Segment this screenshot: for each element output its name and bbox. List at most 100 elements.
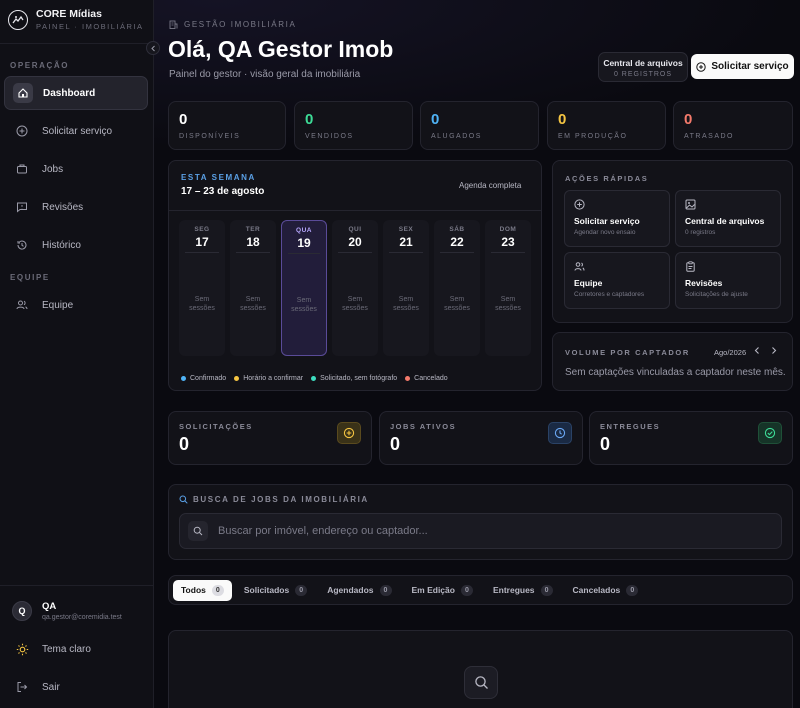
breadcrumb-label: GESTÃO IMOBILIÁRIA (184, 20, 297, 29)
day-divider (288, 253, 320, 254)
search-icon (464, 666, 498, 699)
day-empty-line2: sessões (444, 305, 470, 312)
day-number: 18 (246, 235, 260, 249)
sidebar-item-label: Equipe (42, 299, 74, 311)
quick-action-title: Revisões (685, 278, 723, 288)
big-stat-entregues[interactable]: ENTREGUES 0 (589, 411, 793, 465)
quick-actions-panel: AÇÕES RÁPIDAS Solicitar serviço Agendar … (552, 160, 793, 323)
building-icon (169, 20, 178, 29)
theme-toggle[interactable]: Tema claro (4, 632, 148, 666)
day-empty-line1: Sem (296, 297, 312, 304)
sidebar-item-equipe[interactable]: Equipe (4, 288, 148, 322)
solicit-service-button[interactable]: Solicitar serviço (691, 54, 794, 79)
tab-em-edicao[interactable]: Em Edição 0 (404, 580, 481, 601)
tab-count: 0 (211, 584, 224, 596)
stat-card-atrasado[interactable]: 0 ATRASADO (673, 101, 793, 150)
legend-dot (181, 376, 186, 381)
tab-label: Entregues (492, 585, 535, 595)
history-icon (12, 235, 32, 255)
big-stat-label: SOLICITAÇÕES (179, 422, 253, 431)
tab-count: 0 (295, 584, 308, 596)
quick-action-revisoes[interactable]: Revisões Solicitações de ajuste (675, 252, 781, 309)
brand-subtitle: PAINEL · IMOBILIÁRIA (36, 22, 144, 31)
day-name: TER (245, 226, 261, 233)
day-empty-line2: sessões (342, 305, 368, 312)
week-calendar: ESTA SEMANA 17 – 23 de agosto Agenda com… (168, 160, 542, 391)
next-month-button[interactable] (769, 346, 778, 358)
stat-value: 0 (179, 111, 188, 128)
big-stat-value: 0 (179, 434, 190, 454)
stat-card-em-producao[interactable]: 0 EM PRODUÇÃO (547, 101, 666, 150)
sidebar-item-dashboard[interactable]: Dashboard (4, 76, 148, 110)
day-column[interactable]: DOM 23 Sem sessões (485, 220, 531, 356)
sidebar-item-solicitar[interactable]: Solicitar serviço (4, 114, 148, 148)
stat-value: 0 (305, 111, 314, 128)
search-title-label: BUSCA DE JOBS DA IMOBILIÁRIA (193, 495, 369, 504)
logout-button[interactable]: Sair (4, 670, 148, 704)
tab-todos[interactable]: Todos 0 (173, 579, 232, 601)
day-column[interactable]: TER 18 Sem sessões (230, 220, 276, 356)
files-center-button[interactable]: Central de arquivos 0 REGISTROS (598, 52, 688, 82)
tab-agendados[interactable]: Agendados 0 (319, 580, 399, 601)
tab-solicitados[interactable]: Solicitados 0 (236, 580, 315, 601)
section-label-equipe: EQUIPE (10, 273, 50, 282)
main-content: GESTÃO IMOBILIÁRIA Olá, QA Gestor Imob P… (154, 0, 800, 708)
quick-action-equipe[interactable]: Equipe Corretores e captadores (564, 252, 670, 309)
day-column-today[interactable]: QUA 19 Sem sessões (281, 220, 327, 356)
sidebar-item-revisoes[interactable]: Revisões (4, 190, 148, 224)
user-name: QA (42, 601, 57, 612)
big-stat-solicitacoes[interactable]: SOLICITAÇÕES 0 (168, 411, 372, 465)
volume-empty-text: Sem captações vinculadas a captador nest… (565, 367, 786, 378)
chevron-right-icon (772, 347, 777, 354)
stat-label: ATRASADO (684, 133, 734, 140)
sidebar-item-label: Histórico (42, 239, 81, 251)
legend-item: Horário a confirmar (234, 375, 303, 382)
plus-circle-icon (12, 121, 32, 141)
quick-action-arquivos[interactable]: Central de arquivos 0 registros (675, 190, 781, 247)
sidebar-item-jobs[interactable]: Jobs (4, 152, 148, 186)
day-column[interactable]: SÁB 22 Sem sessões (434, 220, 480, 356)
stat-card-disponiveis[interactable]: 0 DISPONÍVEIS (168, 101, 286, 150)
quick-action-title: Solicitar serviço (574, 216, 640, 226)
tab-count: 0 (540, 584, 553, 596)
day-name: SÁB (449, 226, 465, 233)
users-icon (12, 295, 32, 315)
prev-month-button[interactable] (753, 346, 762, 358)
day-number: 19 (297, 236, 311, 250)
stat-card-alugados[interactable]: 0 ALUGADOS (420, 101, 539, 150)
day-column[interactable]: QUI 20 Sem sessões (332, 220, 378, 356)
status-tabs: Todos 0 Solicitados 0 Agendados 0 Em Edição… (168, 575, 793, 605)
search-box[interactable] (179, 513, 782, 549)
quick-actions-title: AÇÕES RÁPIDAS (565, 174, 649, 183)
day-empty-line2: sessões (291, 306, 317, 313)
brand[interactable]: CORE Mídias PAINEL · IMOBILIÁRIA (8, 8, 144, 31)
full-agenda-link[interactable]: Agenda completa (459, 181, 521, 190)
stat-label: EM PRODUÇÃO (558, 133, 628, 140)
sidebar-item-historico[interactable]: Histórico (4, 228, 148, 262)
day-name: SEG (194, 226, 210, 233)
tab-label: Cancelados (572, 585, 621, 595)
day-empty-line1: Sem (449, 296, 465, 303)
sidebar-divider (0, 43, 153, 44)
user-email: qa.gestor@coremidia.test (42, 614, 122, 621)
quick-action-solicitar[interactable]: Solicitar serviço Agendar novo ensaio (564, 190, 670, 247)
sidebar-collapse-button[interactable] (146, 41, 160, 55)
tab-entregues[interactable]: Entregues 0 (485, 580, 561, 601)
day-empty-line2: sessões (240, 305, 266, 312)
tab-count: 0 (626, 584, 639, 596)
legend-label: Cancelado (414, 375, 448, 382)
user-profile[interactable]: Q QA qa.gestor@coremidia.test (4, 594, 148, 628)
stat-card-vendidos[interactable]: 0 VENDIDOS (294, 101, 413, 150)
day-column[interactable]: SEG 17 Sem sessões (179, 220, 225, 356)
day-number: 17 (195, 235, 209, 249)
logout-label: Sair (42, 681, 60, 693)
day-column[interactable]: SEX 21 Sem sessões (383, 220, 429, 356)
search-input[interactable] (218, 525, 758, 537)
day-empty-line2: sessões (189, 305, 215, 312)
clock-icon (548, 422, 572, 444)
big-stat-jobs-ativos[interactable]: JOBS ATIVOS 0 (379, 411, 583, 465)
sidebar-item-label: Jobs (42, 163, 64, 175)
day-empty-text: Sem sessões (332, 295, 378, 313)
day-empty-text: Sem sessões (179, 295, 225, 313)
tab-cancelados[interactable]: Cancelados 0 (565, 580, 647, 601)
